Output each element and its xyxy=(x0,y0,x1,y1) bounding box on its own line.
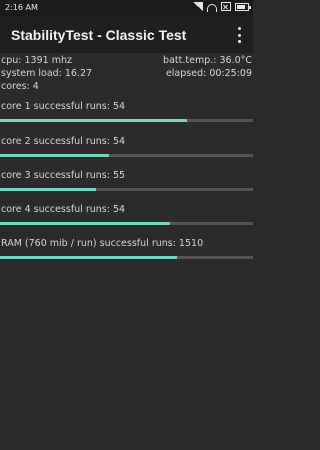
progress-track xyxy=(0,154,253,157)
progress-label: core 4 successful runs: 54 xyxy=(1,204,126,215)
progress-fill xyxy=(0,119,188,122)
battery-temperature: batt.temp.: 36.0°C xyxy=(163,55,252,66)
wifi-icon xyxy=(207,3,217,12)
core-count: cores: 4 xyxy=(1,81,39,92)
progress-fill xyxy=(0,188,97,191)
progress-fill xyxy=(0,154,109,157)
system-load: system load: 16.27 xyxy=(1,68,93,79)
progress-track xyxy=(0,119,253,122)
progress-track xyxy=(0,222,253,225)
progress-track xyxy=(0,188,253,191)
elapsed-time: elapsed: 00:25:09 xyxy=(165,68,252,79)
signal-icon xyxy=(193,2,203,11)
progress-label: RAM (760 mib / run) successful runs: 151… xyxy=(1,238,204,249)
status-icons xyxy=(193,2,251,12)
progress-label: core 2 successful runs: 54 xyxy=(1,136,126,147)
progress-fill xyxy=(0,222,170,225)
progress-fill xyxy=(0,256,178,259)
status-bar: 2:16 AM xyxy=(0,0,253,17)
notification-box-icon xyxy=(221,2,231,11)
progress-label: core 1 successful runs: 54 xyxy=(1,101,126,112)
progress-track xyxy=(0,256,253,259)
app-bar: StabilityTest - Classic Test xyxy=(0,17,253,53)
page-title: StabilityTest - Classic Test xyxy=(11,27,187,43)
overflow-menu-icon[interactable] xyxy=(235,27,243,43)
battery-icon xyxy=(235,2,251,11)
cpu-frequency: cpu: 1391 mhz xyxy=(1,55,72,66)
status-time: 2:16 AM xyxy=(5,3,38,12)
stats-panel: cpu: 1391 mhz batt.temp.: 36.0°C system … xyxy=(0,54,253,93)
progress-label: core 3 successful runs: 55 xyxy=(1,170,126,181)
